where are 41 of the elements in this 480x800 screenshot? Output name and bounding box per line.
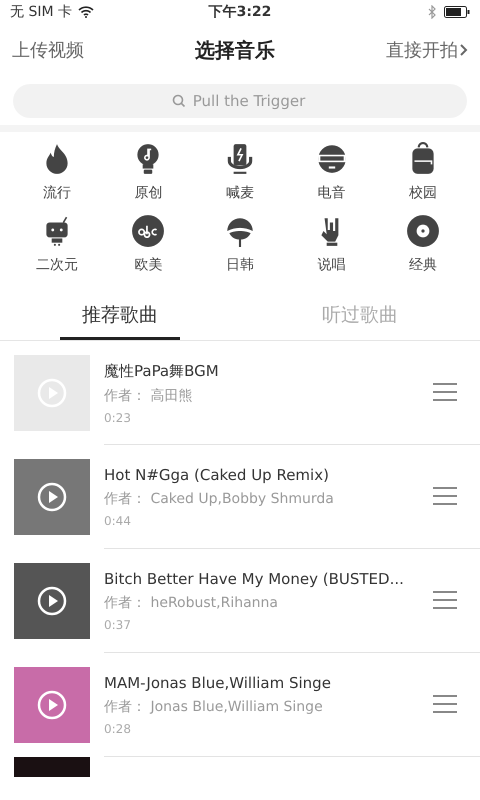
category-button[interactable]: 流行 xyxy=(11,142,103,202)
song-duration: 0:37 xyxy=(104,618,132,632)
song-author: 作者： 高田熊 xyxy=(104,386,194,404)
vinyl-disc-icon xyxy=(406,214,440,248)
category-button[interactable]: 日韩 xyxy=(194,214,286,274)
chevron-right-icon xyxy=(460,43,468,57)
play-icon xyxy=(37,586,67,616)
upload-video-button[interactable]: 上传视频 xyxy=(12,38,84,62)
page-title: 选择音乐 xyxy=(195,36,275,64)
song-author: 作者： Caked Up,Bobby Shmurda xyxy=(104,490,335,508)
category-button[interactable]: 说唱 xyxy=(286,214,378,274)
song-title: MAM-Jonas Blue,William Singe xyxy=(104,674,332,692)
search-field[interactable]: Pull the Trigger xyxy=(13,84,467,118)
album-cover-placeholder[interactable] xyxy=(14,563,90,639)
clock-time: 下午3:22 xyxy=(208,3,272,21)
category-button[interactable]: 二次元 xyxy=(11,214,103,274)
album-cover-placeholder[interactable] xyxy=(14,459,90,535)
battery-icon xyxy=(444,6,470,18)
song-title: Hot N#Gga (Caked Up Remix) xyxy=(104,466,330,484)
album-cover-placeholder[interactable] xyxy=(14,667,90,743)
song-duration: 0:28 xyxy=(104,722,132,736)
category-button[interactable]: 喊麦 xyxy=(194,142,286,202)
category-button[interactable]: 欧美 xyxy=(102,214,194,274)
abc-circle-icon xyxy=(131,214,166,248)
song-author: 作者： heRobust,Rihanna xyxy=(104,594,279,612)
category-button[interactable]: 经典 xyxy=(377,214,469,274)
wifi-icon xyxy=(78,6,94,18)
play-icon xyxy=(37,482,67,512)
start-shooting-button[interactable]: 直接开拍 xyxy=(386,38,468,62)
song-author: 作者： Jonas Blue,William Singe xyxy=(104,698,324,716)
song-title: 魔性PaPa舞BGM xyxy=(104,362,220,380)
tab[interactable]: 推荐歌曲 xyxy=(60,292,180,340)
category-button[interactable]: 校园 xyxy=(377,142,469,202)
song-duration: 0:44 xyxy=(104,514,132,528)
category-button[interactable]: 原创 xyxy=(102,142,194,202)
song-title: Bitch Better Have My Money (BUSTED... xyxy=(104,570,405,588)
category-button[interactable]: 电音 xyxy=(286,142,378,202)
song-duration: 0:23 xyxy=(104,410,132,424)
play-icon xyxy=(37,690,67,720)
bluetooth-icon xyxy=(428,5,436,19)
carrier-text: 无 SIM 卡 xyxy=(10,3,72,21)
